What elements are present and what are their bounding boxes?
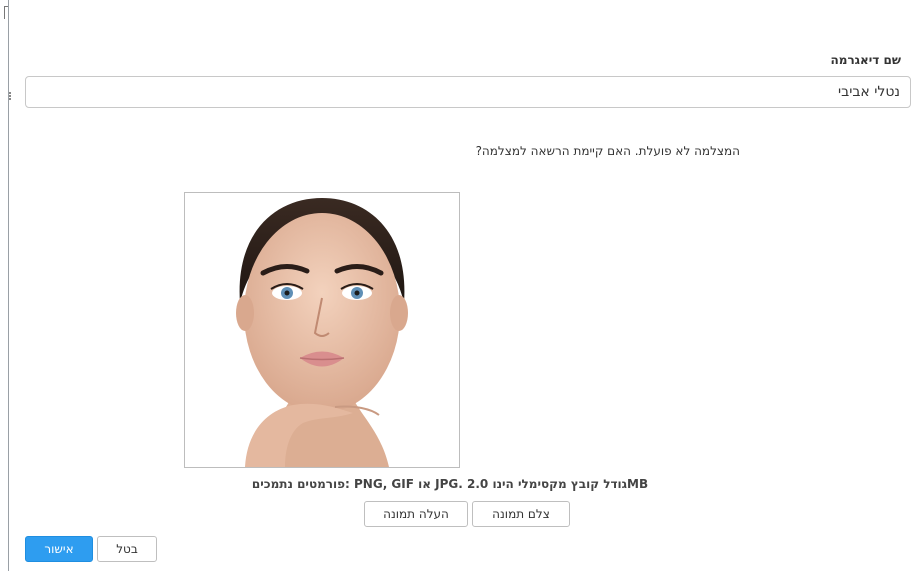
- left-border: [8, 0, 9, 571]
- portrait-image: [185, 193, 459, 467]
- capture-photo-button[interactable]: צלם תמונה: [472, 501, 570, 527]
- cancel-button[interactable]: בטל: [97, 536, 157, 562]
- photo-preview: [184, 192, 460, 468]
- diagram-name-label: שם דיאגרמה: [830, 53, 901, 67]
- upload-photo-button[interactable]: העלה תמונה: [364, 501, 468, 527]
- supported-formats-note: פורמטים נתמכים: PNG, GIF או JPG. גודל קו…: [251, 477, 649, 491]
- corner-mark: [4, 6, 8, 19]
- camera-status-message: המצלמה לא פועלת. האם קיימת הרשאה למצלמה?: [475, 144, 740, 158]
- ok-button[interactable]: אישור: [25, 536, 93, 562]
- diagram-name-input[interactable]: [25, 76, 911, 108]
- resize-handle[interactable]: [6, 92, 11, 100]
